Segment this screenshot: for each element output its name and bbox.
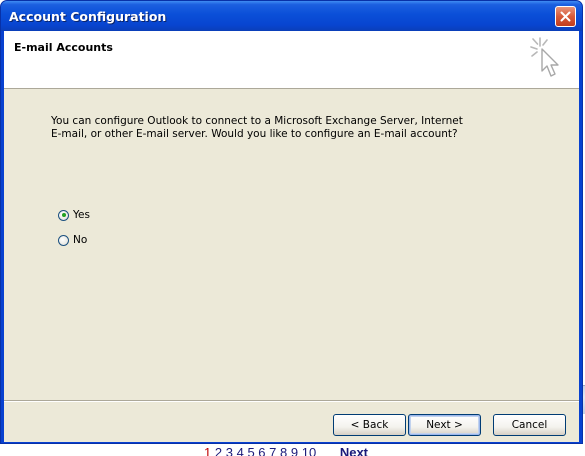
pager-page-1[interactable]: 1 bbox=[204, 445, 211, 456]
option-no-label: No bbox=[73, 234, 88, 246]
back-button[interactable]: < Back bbox=[333, 414, 406, 436]
description-line-1: You can configure Outlook to connect to … bbox=[51, 115, 463, 127]
account-configuration-dialog: Account Configuration E-mail Accounts Yo… bbox=[0, 0, 583, 444]
dialog-client-area: E-mail Accounts You can configure Outloo… bbox=[4, 31, 579, 442]
button-separator bbox=[4, 400, 579, 402]
option-yes-label: Yes bbox=[73, 209, 90, 221]
description-line-2: E-mail, or other E-mail server. Would yo… bbox=[51, 128, 458, 140]
option-no[interactable]: No bbox=[58, 234, 87, 246]
close-button[interactable] bbox=[555, 6, 576, 27]
pager-next-link[interactable]: Next bbox=[340, 445, 368, 456]
wizard-header: E-mail Accounts bbox=[4, 31, 579, 89]
wizard-cursor-icon bbox=[530, 37, 559, 77]
background-pager: 1 2 3 4 5 6 7 8 9 10 Next bbox=[204, 444, 444, 456]
description-text: You can configure Outlook to connect to … bbox=[51, 115, 471, 141]
page-title: E-mail Accounts bbox=[14, 41, 113, 54]
pager-page-5[interactable]: 5 bbox=[247, 445, 254, 456]
next-button[interactable]: Next > bbox=[408, 414, 481, 436]
pager-page-3[interactable]: 3 bbox=[226, 445, 233, 456]
title-bar[interactable]: Account Configuration bbox=[1, 1, 582, 31]
close-icon bbox=[560, 11, 571, 22]
pager-page-10[interactable]: 10 bbox=[302, 445, 316, 456]
cancel-button[interactable]: Cancel bbox=[493, 414, 566, 436]
radio-no[interactable] bbox=[58, 234, 69, 246]
pager-page-8[interactable]: 8 bbox=[280, 445, 287, 456]
pager-page-6[interactable]: 6 bbox=[258, 445, 265, 456]
pager-page-7[interactable]: 7 bbox=[269, 445, 276, 456]
option-yes[interactable]: Yes bbox=[58, 209, 90, 221]
pager-page-2[interactable]: 2 bbox=[215, 445, 222, 456]
pager-page-9[interactable]: 9 bbox=[291, 445, 298, 456]
window-title: Account Configuration bbox=[9, 9, 167, 24]
pager-page-4[interactable]: 4 bbox=[237, 445, 244, 456]
radio-yes[interactable] bbox=[58, 209, 69, 221]
